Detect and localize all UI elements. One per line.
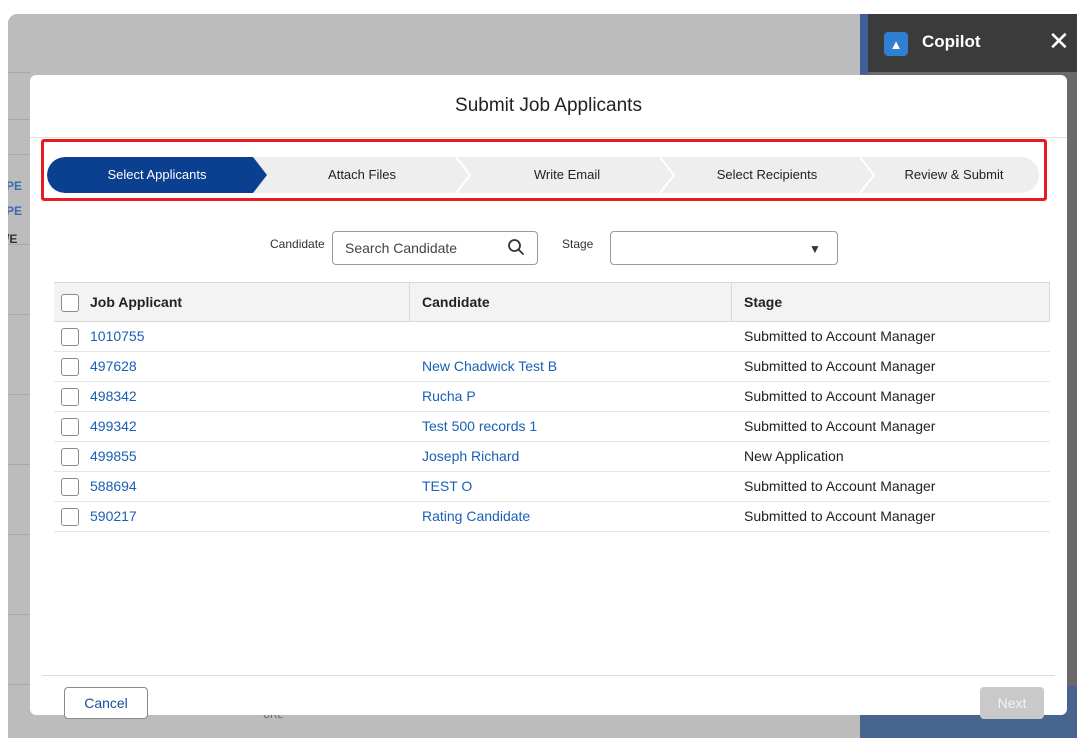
- screenshot-frame: PE PE /E URL ▲ Copilot ✕ Submit Job Appl…: [0, 0, 1077, 738]
- job-applicant-link[interactable]: 1010755: [90, 322, 145, 351]
- stage-cell: Submitted to Account Manager: [744, 418, 936, 434]
- stage-select[interactable]: ▼: [610, 231, 838, 265]
- search-icon[interactable]: [507, 238, 525, 256]
- job-applicant-link[interactable]: 497628: [90, 352, 137, 381]
- copilot-header: ▲ Copilot ✕: [860, 14, 1077, 72]
- stage-cell: Submitted to Account Manager: [744, 328, 936, 344]
- footer-divider: [42, 675, 1055, 676]
- job-applicant-link[interactable]: 590217: [90, 502, 137, 531]
- row-checkbox[interactable]: [61, 448, 79, 466]
- table-row: 590217 Rating Candidate Submitted to Acc…: [54, 502, 1050, 532]
- candidate-link[interactable]: New Chadwick Test B: [422, 352, 557, 381]
- job-applicants-table: Job Applicant Candidate Stage 1010755 Su…: [54, 282, 1050, 532]
- copilot-title: Copilot: [922, 32, 981, 51]
- column-header-stage[interactable]: Stage: [744, 283, 782, 321]
- submit-job-applicants-modal: Submit Job Applicants Select Applicants …: [30, 75, 1067, 719]
- stage-cell: New Application: [744, 448, 844, 464]
- select-all-checkbox[interactable]: [61, 294, 79, 312]
- table-row: 499855 Joseph Richard New Application: [54, 442, 1050, 472]
- next-button[interactable]: Next: [980, 687, 1044, 719]
- stage-cell: Submitted to Account Manager: [744, 358, 936, 374]
- table-header: Job Applicant Candidate Stage: [54, 282, 1050, 322]
- table-row: 499342 Test 500 records 1 Submitted to A…: [54, 412, 1050, 442]
- job-applicant-link[interactable]: 498342: [90, 382, 137, 411]
- bg-divider: [8, 464, 30, 465]
- bg-divider: [8, 394, 30, 395]
- bg-divider: [8, 684, 30, 685]
- column-divider: [409, 283, 410, 321]
- column-header-candidate[interactable]: Candidate: [422, 283, 490, 321]
- candidate-link[interactable]: Test 500 records 1: [422, 412, 537, 441]
- highlight-box: [41, 139, 1047, 201]
- modal-title: Submit Job Applicants: [30, 75, 1067, 138]
- bg-stub-text: PE: [8, 179, 23, 193]
- row-checkbox[interactable]: [61, 328, 79, 346]
- bg-divider: [8, 154, 30, 155]
- table-row: 588694 TEST O Submitted to Account Manag…: [54, 472, 1050, 502]
- bg-divider: [8, 72, 30, 73]
- column-header-job-applicant[interactable]: Job Applicant: [90, 283, 182, 321]
- bg-divider: [8, 119, 30, 120]
- job-applicant-link[interactable]: 588694: [90, 472, 137, 501]
- bg-divider: [8, 534, 30, 535]
- stage-cell: Submitted to Account Manager: [744, 388, 936, 404]
- candidate-link[interactable]: TEST O: [422, 472, 472, 501]
- job-applicant-link[interactable]: 499855: [90, 442, 137, 471]
- candidate-link[interactable]: Joseph Richard: [422, 442, 519, 471]
- bg-stub-text: PE: [8, 204, 23, 218]
- chevron-down-icon: ▼: [809, 242, 821, 256]
- stage-cell: Submitted to Account Manager: [744, 478, 936, 494]
- row-checkbox[interactable]: [61, 388, 79, 406]
- candidate-search-input[interactable]: [343, 232, 505, 264]
- candidate-link[interactable]: Rucha P: [422, 382, 476, 411]
- column-divider: [731, 283, 732, 321]
- stage-filter-label: Stage: [562, 237, 594, 251]
- row-checkbox[interactable]: [61, 478, 79, 496]
- candidate-filter-label: Candidate: [270, 237, 325, 251]
- close-icon[interactable]: ✕: [1048, 28, 1070, 54]
- cancel-button[interactable]: Cancel: [64, 687, 148, 719]
- copilot-edge-accent: [860, 14, 868, 74]
- row-checkbox[interactable]: [61, 508, 79, 526]
- app-window: PE PE /E URL ▲ Copilot ✕ Submit Job Appl…: [8, 14, 1077, 738]
- table-row: 498342 Rucha P Submitted to Account Mana…: [54, 382, 1050, 412]
- candidate-link[interactable]: Rating Candidate: [422, 502, 530, 531]
- row-checkbox[interactable]: [61, 418, 79, 436]
- row-checkbox[interactable]: [61, 358, 79, 376]
- stage-cell: Submitted to Account Manager: [744, 508, 936, 524]
- table-row: 1010755 Submitted to Account Manager: [54, 322, 1050, 352]
- copilot-icon: ▲: [884, 32, 908, 56]
- column-divider: [1049, 283, 1050, 321]
- candidate-search-box[interactable]: [332, 231, 538, 265]
- job-applicant-link[interactable]: 499342: [90, 412, 137, 441]
- table-row: 497628 New Chadwick Test B Submitted to …: [54, 352, 1050, 382]
- bg-divider: [8, 314, 30, 315]
- bg-stub-text: /E: [8, 232, 18, 246]
- bg-divider: [8, 614, 30, 615]
